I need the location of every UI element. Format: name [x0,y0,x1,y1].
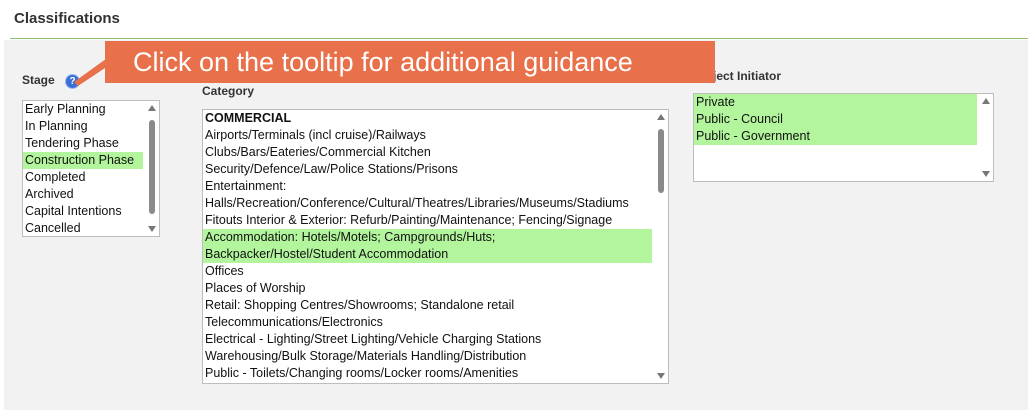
list-option[interactable]: Airports/Terminals (incl cruise)/Railway… [203,127,652,144]
option-group-header[interactable]: COMMERCIAL [203,110,652,127]
section-header: Classifications [0,0,1033,40]
list-option[interactable]: Places of Worship [203,280,652,297]
scrollbar-thumb[interactable] [658,129,664,193]
option-group-header[interactable]: RESIDENTIAL [203,382,652,383]
list-option[interactable]: Accommodation: Hotels/Motels; Campground… [203,229,652,246]
list-option[interactable]: Archived [23,186,143,203]
project-initiator-options: Private Public - Council Public - Governme… [694,94,977,145]
list-option[interactable]: Warehousing/Bulk Storage/Materials Handl… [203,348,652,365]
list-option[interactable]: Public - Council [694,111,977,128]
list-option[interactable]: Backpacker/Hostel/Student Accommodation [203,246,652,263]
list-option[interactable]: Clubs/Bars/Eateries/Commercial Kitchen [203,144,652,161]
list-option[interactable]: Capital Intentions [23,203,143,220]
list-option[interactable]: Security/Defence/Law/Police Stations/Pri… [203,161,652,178]
list-option[interactable]: Entertainment: [203,178,652,195]
list-option[interactable]: Tendering Phase [23,135,143,152]
stage-listbox[interactable]: Early Planning In Planning Tendering Phase… [22,100,160,237]
category-options: COMMERCIAL Airports/Terminals (incl cruis… [203,110,668,383]
category-label: Category [202,84,255,98]
list-option[interactable]: Offices [203,263,652,280]
scroll-down-arrow-icon[interactable] [982,171,990,177]
scrollbar-thumb[interactable] [149,120,155,214]
list-option[interactable]: Early Planning [23,101,143,118]
list-option[interactable]: Halls/Recreation/Conference/Cultural/The… [203,195,652,212]
list-option[interactable]: Telecommunications/Electronics [203,314,652,331]
list-option[interactable]: Completed [23,169,143,186]
list-option[interactable]: Public - Government [694,128,977,145]
list-option[interactable]: Private [694,94,977,111]
list-option[interactable]: In Planning [23,118,143,135]
list-option[interactable]: Fitouts Interior & Exterior: Refurb/Pain… [203,212,652,229]
stage-label: Stage [22,73,55,87]
scroll-up-arrow-icon[interactable] [148,105,156,111]
list-option[interactable]: Public - Toilets/Changing rooms/Locker r… [203,365,652,382]
scroll-down-arrow-icon[interactable] [657,373,665,379]
category-listbox[interactable]: COMMERCIAL Airports/Terminals (incl cruis… [202,109,669,384]
scroll-up-arrow-icon[interactable] [657,114,665,120]
section-title: Classifications [14,10,120,27]
list-option[interactable]: Construction Phase [23,152,143,169]
project-initiator-scrollbar[interactable] [979,94,993,181]
project-initiator-listbox[interactable]: Private Public - Council Public - Governme… [693,93,994,182]
stage-scrollbar[interactable] [145,101,159,236]
guidance-tooltip[interactable]: Click on the tooltip for additional guid… [105,41,715,83]
stage-options: Early Planning In Planning Tendering Phase… [23,101,159,236]
list-option[interactable]: Retail: Shopping Centres/Showrooms; Stan… [203,297,652,314]
scroll-down-arrow-icon[interactable] [148,226,156,232]
header-divider [10,38,1028,39]
list-option[interactable]: Cancelled [23,220,143,236]
category-scrollbar[interactable] [654,110,668,383]
list-option[interactable]: Electrical - Lighting/Street Lighting/Ve… [203,331,652,348]
scroll-up-arrow-icon[interactable] [982,98,990,104]
